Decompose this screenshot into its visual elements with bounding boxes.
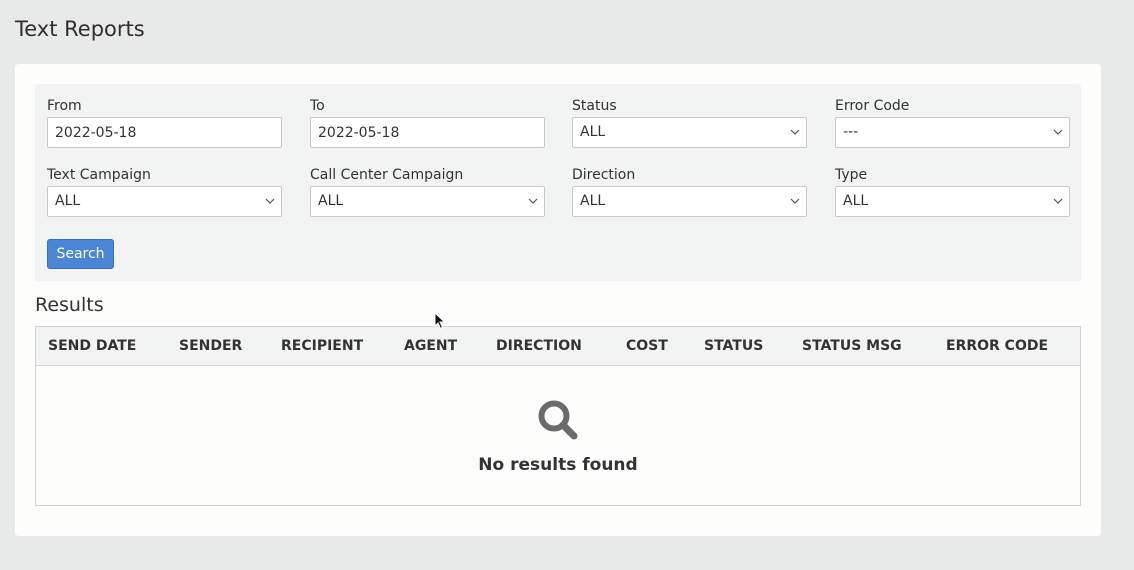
chevron-down-icon [265, 198, 275, 204]
column-header-agent[interactable]: AGENT [404, 338, 457, 354]
results-table: SEND DATE SENDER RECIPIENT AGENT DIRECTI… [35, 326, 1081, 506]
call-center-campaign-field: Call Center Campaign ALL [310, 166, 545, 217]
to-date-input[interactable] [310, 117, 545, 148]
call-center-campaign-select-value: ALL [318, 193, 344, 209]
from-field: From [47, 97, 282, 148]
direction-field: Direction ALL [572, 166, 807, 217]
type-label: Type [835, 167, 868, 183]
call-center-campaign-label: Call Center Campaign [310, 167, 464, 183]
chevron-down-icon [1053, 129, 1063, 135]
type-select[interactable]: ALL [835, 186, 1070, 217]
text-campaign-label: Text Campaign [47, 167, 151, 183]
to-label: To [310, 98, 325, 114]
text-campaign-field: Text Campaign ALL [47, 166, 282, 217]
status-label: Status [572, 98, 617, 114]
column-header-cost[interactable]: COST [626, 338, 668, 354]
status-field: Status ALL [572, 97, 807, 148]
error-code-select[interactable]: --- [835, 117, 1070, 148]
direction-select-value: ALL [580, 193, 606, 209]
chevron-down-icon [790, 129, 800, 135]
column-header-status-msg[interactable]: STATUS MSG [802, 338, 902, 354]
column-header-error-code[interactable]: ERROR CODE [946, 338, 1048, 354]
column-header-direction[interactable]: DIRECTION [496, 338, 582, 354]
from-date-input[interactable] [47, 117, 282, 148]
search-icon [538, 400, 578, 440]
column-header-status[interactable]: STATUS [704, 338, 763, 354]
results-title: Results [35, 294, 104, 316]
chevron-down-icon [1053, 198, 1063, 204]
page-title: Text Reports [15, 17, 145, 41]
chevron-down-icon [528, 198, 538, 204]
column-header-sender[interactable]: SENDER [179, 338, 242, 354]
error-code-select-value: --- [843, 124, 859, 140]
status-select[interactable]: ALL [572, 117, 807, 148]
text-campaign-select-value: ALL [55, 193, 81, 209]
direction-label: Direction [572, 167, 636, 183]
no-results-message: No results found [478, 455, 638, 475]
to-field: To [310, 97, 545, 148]
status-select-value: ALL [580, 124, 606, 140]
from-label: From [47, 98, 82, 114]
table-header-row: SEND DATE SENDER RECIPIENT AGENT DIRECTI… [36, 327, 1080, 366]
error-code-label: Error Code [835, 98, 910, 114]
search-button[interactable]: Search [47, 239, 114, 269]
type-select-value: ALL [843, 193, 869, 209]
chevron-down-icon [790, 198, 800, 204]
column-header-send-date[interactable]: SEND DATE [48, 338, 136, 354]
column-header-recipient[interactable]: RECIPIENT [281, 338, 363, 354]
direction-select[interactable]: ALL [572, 186, 807, 217]
error-code-field: Error Code --- [835, 97, 1070, 148]
mouse-cursor-icon [434, 312, 446, 330]
empty-state: No results found [36, 367, 1080, 505]
report-card: From To Status ALL Error Code --- Text C… [15, 64, 1101, 536]
type-field: Type ALL [835, 166, 1070, 217]
filter-panel: From To Status ALL Error Code --- Text C… [35, 84, 1081, 281]
text-campaign-select[interactable]: ALL [47, 186, 282, 217]
call-center-campaign-select[interactable]: ALL [310, 186, 545, 217]
